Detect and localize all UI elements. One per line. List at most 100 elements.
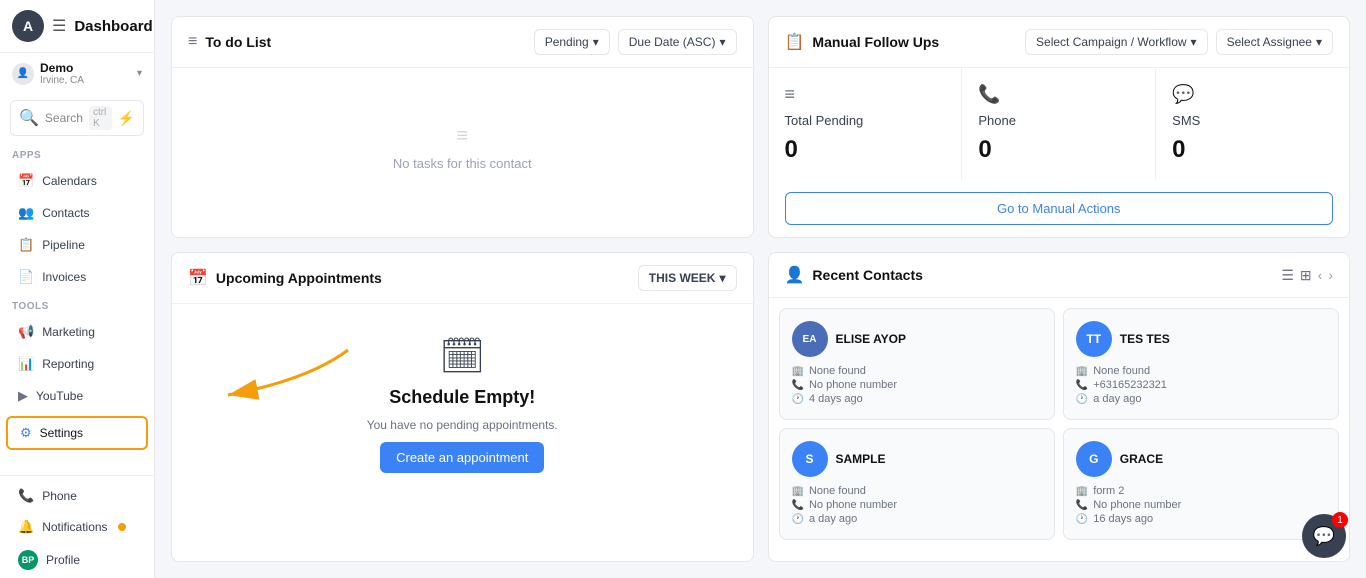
list-icon: ≡ [785,84,946,105]
source-icon: 🏢 [792,486,804,497]
sidebar-item-label: Profile [46,553,80,567]
appointments-card: 📅 Upcoming Appointments THIS WEEK ▾ 🗓 Sc… [171,252,754,562]
notifications-icon: 🔔 [18,519,34,535]
contacts-icon: 👥 [18,205,34,221]
week-filter-btn[interactable]: THIS WEEK ▾ [638,265,737,291]
contact-name: GRACE [1120,452,1163,466]
notification-dot [118,523,126,531]
appointments-empty-title: Schedule Empty! [389,387,535,408]
todo-card: ≡ To do List Pending ▾ Due Date (ASC) ▾ … [171,16,754,238]
contact-avatar: TT [1076,321,1112,357]
source-icon: 🏢 [1076,486,1088,497]
contact-phone: 📞 No phone number [1076,499,1326,511]
sidebar-item-contacts[interactable]: 👥 Contacts [6,198,148,228]
sidebar-item-reporting[interactable]: 📊 Reporting [6,349,148,379]
contact-card-sample[interactable]: S SAMPLE 🏢 None found 📞 No phone number … [779,428,1055,540]
sidebar: A ☰ Dashboard 👤 Demo Irvine, CA ▾ 🔍 Sear… [0,0,155,578]
metric-value: 0 [978,136,1139,164]
metrics-row: ≡ Total Pending 0 📞 Phone 0 💬 SMS 0 [769,68,1350,180]
reporting-icon: 📊 [18,356,34,372]
sidebar-item-label: Calendars [42,174,97,188]
sidebar-item-profile[interactable]: BP Profile [6,543,148,577]
assignee-filter-btn[interactable]: Select Assignee ▾ [1216,29,1333,55]
followup-icon: 📋 [785,32,805,52]
source-icon: 🏢 [1076,366,1088,377]
apps-section-label: Apps [0,142,154,165]
chat-bubble[interactable]: 💬 1 [1302,514,1346,558]
sidebar-item-youtube[interactable]: ▶ YouTube [6,381,148,411]
chat-badge: 1 [1332,512,1348,528]
bottom-cards-row: 📅 Upcoming Appointments THIS WEEK ▾ 🗓 Sc… [171,252,1350,562]
appointments-header: 📅 Upcoming Appointments THIS WEEK ▾ [172,253,753,304]
contacts-header: 👤 Recent Contacts ☰ ⊞ ‹ › [769,253,1350,298]
sidebar-item-label: Invoices [42,270,86,284]
goto-manual-actions-btn[interactable]: Go to Manual Actions [785,192,1334,225]
contact-name: ELISE AYOP [836,332,906,346]
contact-source: 🏢 None found [1076,365,1326,377]
sidebar-item-label: Settings [40,426,83,440]
contacts-grid: EA ELISE AYOP 🏢 None found 📞 No phone nu… [769,298,1350,550]
followup-title: Manual Follow Ups [812,34,939,50]
contact-name: SAMPLE [836,452,886,466]
sidebar-item-invoices[interactable]: 📄 Invoices [6,262,148,292]
todo-body: ≡ No tasks for this contact [172,68,753,228]
user-name: Demo [40,61,84,75]
todo-header: ≡ To do List Pending ▾ Due Date (ASC) ▾ [172,17,753,68]
contact-card-elise[interactable]: EA ELISE AYOP 🏢 None found 📞 No phone nu… [779,308,1055,420]
followup-header: 📋 Manual Follow Ups Select Campaign / Wo… [769,17,1350,68]
tasks-empty-icon: ≡ [456,125,468,148]
sidebar-item-pipeline[interactable]: 📋 Pipeline [6,230,148,260]
clock-icon: 🕐 [792,514,804,525]
calendar-header-icon: 📅 [188,268,208,288]
contacts-controls: ☰ ⊞ ‹ › [1281,267,1333,284]
status-filter-btn[interactable]: Pending ▾ [534,29,610,55]
todo-empty-message: No tasks for this contact [393,156,532,171]
phone-detail-icon: 📞 [1076,380,1088,391]
sidebar-item-label: Notifications [42,520,107,534]
prev-arrow-icon[interactable]: ‹ [1318,267,1323,283]
contact-time: 🕐 4 days ago [792,393,1042,405]
chevron-icon: ▾ [1316,35,1322,49]
chevron-icon: ▾ [719,271,725,285]
sidebar-item-settings[interactable]: ⚙ Settings [6,416,148,450]
list-view-icon[interactable]: ☰ [1281,267,1294,284]
contact-source: 🏢 form 2 [1076,485,1326,497]
contact-card-grace[interactable]: G GRACE 🏢 form 2 📞 No phone number 🕐 16 … [1063,428,1339,540]
appointments-empty-subtitle: You have no pending appointments. [367,418,558,432]
contact-phone: 📞 No phone number [792,499,1042,511]
contacts-title: Recent Contacts [812,267,922,283]
bolt-icon: ⚡ [118,110,135,127]
campaign-filter-btn[interactable]: Select Campaign / Workflow ▾ [1025,29,1208,55]
followup-card: 📋 Manual Follow Ups Select Campaign / Wo… [768,16,1351,238]
contact-phone: 📞 No phone number [792,379,1042,391]
sidebar-item-calendars[interactable]: 📅 Calendars [6,166,148,196]
grid-view-icon[interactable]: ⊞ [1300,267,1312,284]
calendar-icon: 📅 [18,173,34,189]
avatar: A [12,10,44,42]
create-appointment-button[interactable]: Create an appointment [380,442,544,473]
clock-icon: 🕐 [792,394,804,405]
next-arrow-icon[interactable]: › [1328,267,1333,283]
sort-filter-btn[interactable]: Due Date (ASC) ▾ [618,29,737,55]
calendar-empty-icon: 🗓 [439,335,485,377]
hamburger-icon[interactable]: ☰ [52,16,66,36]
metric-label: SMS [1172,113,1333,128]
contact-time: 🕐 a day ago [792,513,1042,525]
invoices-icon: 📄 [18,269,34,285]
sidebar-item-phone[interactable]: 📞 Phone [6,481,148,511]
search-bar[interactable]: 🔍 Search ctrl K ⚡ [10,100,144,136]
user-info[interactable]: 👤 Demo Irvine, CA ▾ [0,53,154,94]
sidebar-item-label: YouTube [36,389,83,403]
sidebar-item-notifications[interactable]: 🔔 Notifications [6,512,148,542]
contact-source: 🏢 None found [792,485,1042,497]
profile-avatar: BP [18,550,38,570]
metric-value: 0 [1172,136,1333,164]
contact-card-testtes[interactable]: TT TES TES 🏢 None found 📞 +63165232321 🕐… [1063,308,1339,420]
metric-total-pending: ≡ Total Pending 0 [769,68,963,180]
todo-filters: Pending ▾ Due Date (ASC) ▾ [534,29,737,55]
phone-icon: 📞 [18,488,34,504]
contact-name: TES TES [1120,332,1170,346]
sidebar-item-marketing[interactable]: 📢 Marketing [6,317,148,347]
sidebar-header: A ☰ Dashboard [0,0,154,53]
contact-time: 🕐 16 days ago [1076,513,1326,525]
